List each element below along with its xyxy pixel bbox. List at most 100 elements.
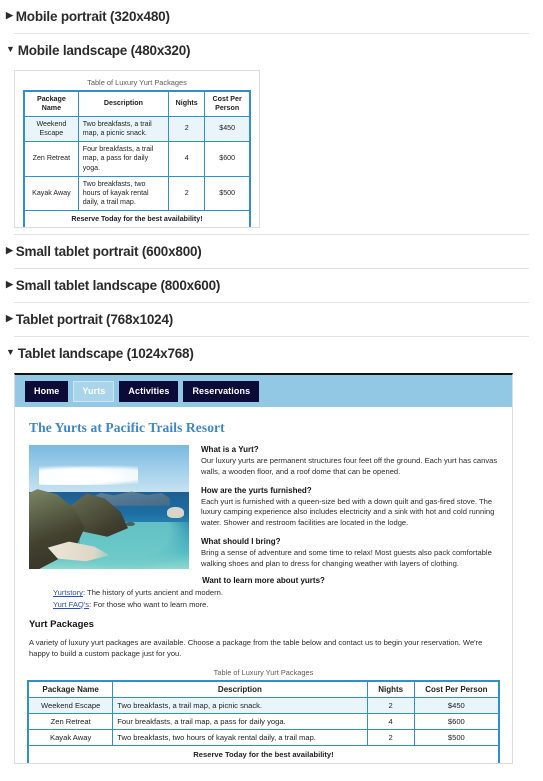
table-header-row: Package Name Description Nights Cost Per… xyxy=(27,680,500,699)
section-header-small-tablet-portrait[interactable]: ▶ Small tablet portrait (600x800) xyxy=(0,235,543,268)
nav-item-yurts[interactable]: Yurts xyxy=(73,381,115,402)
faq-question: What should I bring? xyxy=(201,536,281,546)
section-header-tablet-landscape[interactable]: ▼ Tablet landscape (1024x768) xyxy=(0,337,543,370)
section-tablet-landscape: ▼ Tablet landscape (1024x768) Home Yurts… xyxy=(0,337,543,764)
link-yurtstory[interactable]: Yurtstory xyxy=(53,588,83,597)
table-header-row: Package Name Description Nights Cost Per… xyxy=(23,90,251,117)
cell-nights: 4 xyxy=(366,713,415,731)
section-mobile-landscape: ▼ Mobile landscape (480x320) Table of Lu… xyxy=(0,34,543,235)
col-header-cost: Cost Per Person xyxy=(204,90,251,117)
table-row: Kayak Away Two breakfasts, two hours of … xyxy=(27,729,500,747)
section-title: Small tablet landscape (800x600) xyxy=(15,278,221,293)
link-description: : For those who want to learn more. xyxy=(89,599,209,609)
table-footer-note: Reserve Today for the best availability! xyxy=(27,745,500,763)
table-row: Weekend Escape Two breakfasts, a trail m… xyxy=(23,115,251,143)
chevron-right-icon: ▶ xyxy=(6,313,13,323)
cell-package-name: Weekend Escape xyxy=(23,115,79,143)
cell-cost: $500 xyxy=(204,175,251,212)
section-small-tablet-portrait: ▶ Small tablet portrait (600x800) xyxy=(0,235,543,269)
chevron-down-icon: ▼ xyxy=(6,347,15,357)
cell-nights: 2 xyxy=(168,175,206,212)
table-row: Kayak Away Two breakfasts, two hours of … xyxy=(23,175,251,212)
col-header-nights: Nights xyxy=(366,680,415,699)
cell-description: Two breakfasts, a trail map, a picnic sn… xyxy=(112,697,368,715)
col-header-description: Description xyxy=(112,680,368,699)
link-yurt-faq[interactable]: Yurt FAQ's xyxy=(53,600,89,609)
cell-nights: 2 xyxy=(168,115,206,143)
site-navigation: Home Yurts Activities Reservations xyxy=(15,375,512,407)
chevron-right-icon: ▶ xyxy=(6,245,13,255)
chevron-down-icon: ▼ xyxy=(6,44,15,54)
cell-nights: 2 xyxy=(366,729,415,747)
section-tablet-portrait: ▶ Tablet portrait (768x1024) xyxy=(0,303,543,337)
table-footer-note: Reserve Today for the best availability! xyxy=(23,210,251,227)
responsive-preview-page: ▶ Mobile portrait (320x480) ▼ Mobile lan… xyxy=(0,0,543,781)
cell-package-name: Zen Retreat xyxy=(27,713,114,731)
yurt-packages-table-mobile: Table of Luxury Yurt Packages Package Na… xyxy=(23,77,251,227)
list-item: Yurt FAQ's: For those who want to learn … xyxy=(53,599,498,610)
faq-question: How are the yurts furnished? xyxy=(201,485,312,495)
cell-cost: $600 xyxy=(204,141,251,177)
table-footer-row: Reserve Today for the best availability! xyxy=(27,745,500,763)
col-header-package-name: Package Name xyxy=(23,90,79,117)
section-title: Tablet portrait (768x1024) xyxy=(15,312,174,327)
table-caption: Table of Luxury Yurt Packages xyxy=(213,668,314,678)
resource-links: Yurtstory: The history of yurts ancient … xyxy=(53,587,498,610)
table-row: Zen Retreat Four breakfasts, a trail map… xyxy=(27,713,500,731)
cell-description: Four breakfasts, a trail map, a pass for… xyxy=(77,141,170,177)
packages-intro: A variety of luxury yurt packages are av… xyxy=(29,638,483,659)
section-header-mobile-portrait[interactable]: ▶ Mobile portrait (320x480) xyxy=(0,0,543,33)
section-header-tablet-portrait[interactable]: ▶ Tablet portrait (768x1024) xyxy=(0,303,543,336)
section-title: Mobile portrait (320x480) xyxy=(15,9,170,24)
section-mobile-portrait: ▶ Mobile portrait (320x480) xyxy=(0,0,543,34)
cell-description: Two breakfasts, two hours of kayak renta… xyxy=(77,175,170,212)
nav-item-reservations[interactable]: Reservations xyxy=(183,381,260,402)
chevron-right-icon: ▶ xyxy=(6,10,13,20)
cell-package-name: Zen Retreat xyxy=(23,141,79,177)
section-title: Tablet landscape (1024x768) xyxy=(17,346,194,361)
cell-package-name: Kayak Away xyxy=(23,175,79,212)
learn-more-heading: Want to learn more about yurts? xyxy=(202,576,325,586)
nav-item-home[interactable]: Home xyxy=(25,381,69,402)
cell-description: Four breakfasts, a trail map, a pass for… xyxy=(112,713,368,731)
cell-cost: $450 xyxy=(413,697,500,715)
viewport-frame-mobile-landscape: Table of Luxury Yurt Packages Package Na… xyxy=(14,70,260,228)
col-header-nights: Nights xyxy=(168,90,206,117)
section-header-mobile-landscape[interactable]: ▼ Mobile landscape (480x320) xyxy=(0,34,543,67)
section-header-small-tablet-landscape[interactable]: ▶ Small tablet landscape (800x600) xyxy=(0,269,543,302)
col-header-description: Description xyxy=(77,90,170,117)
cell-nights: 4 xyxy=(168,141,206,177)
table-footer-row: Reserve Today for the best availability! xyxy=(23,210,251,227)
col-header-cost: Cost Per Person xyxy=(413,680,500,699)
col-header-package-name: Package Name xyxy=(27,680,114,699)
cell-description: Two breakfasts, a trail map, a picnic sn… xyxy=(77,115,170,143)
list-item: Yurtstory: The history of yurts ancient … xyxy=(53,587,498,598)
cell-package-name: Weekend Escape xyxy=(27,697,114,715)
section-small-tablet-landscape: ▶ Small tablet landscape (800x600) xyxy=(0,269,543,303)
table-row: Weekend Escape Two breakfasts, a trail m… xyxy=(27,697,500,715)
viewport-frame-tablet-landscape: Home Yurts Activities Reservations The Y… xyxy=(14,373,513,764)
packages-heading: Yurt Packages xyxy=(29,619,94,631)
nav-item-activities[interactable]: Activities xyxy=(119,381,179,402)
cell-nights: 2 xyxy=(366,697,415,715)
cell-cost: $500 xyxy=(413,729,500,747)
chevron-right-icon: ▶ xyxy=(6,279,13,289)
table-row: Zen Retreat Four breakfasts, a trail map… xyxy=(23,141,251,177)
faq-answer: Our luxury yurts are permanent structure… xyxy=(201,456,498,476)
cell-cost: $450 xyxy=(204,115,251,143)
section-title: Mobile landscape (480x320) xyxy=(17,43,191,58)
section-title: Small tablet portrait (600x800) xyxy=(15,244,202,259)
site-content: The Yurts at Pacific Trails Resort What … xyxy=(15,407,512,660)
cell-package-name: Kayak Away xyxy=(27,729,114,747)
link-description: : The history of yurts ancient and moder… xyxy=(82,588,223,598)
faq-question: What is a Yurt? xyxy=(201,445,259,454)
yurt-packages-table-tablet: Table of Luxury Yurt Packages Package Na… xyxy=(15,667,512,763)
faq-answer: Bring a sense of adventure and some time… xyxy=(201,547,492,568)
coastal-cliffs-photo xyxy=(29,445,189,569)
cell-description: Two breakfasts, two hours of kayak renta… xyxy=(112,729,368,747)
table-caption: Table of Luxury Yurt Packages xyxy=(87,78,187,87)
page-title: The Yurts at Pacific Trails Resort xyxy=(29,420,225,435)
faq-answer: Each yurt is furnished with a queen-size… xyxy=(201,496,495,528)
hero-section: What is a Yurt? Our luxury yurts are per… xyxy=(29,445,498,574)
faq-list: What is a Yurt? Our luxury yurts are per… xyxy=(201,445,498,574)
